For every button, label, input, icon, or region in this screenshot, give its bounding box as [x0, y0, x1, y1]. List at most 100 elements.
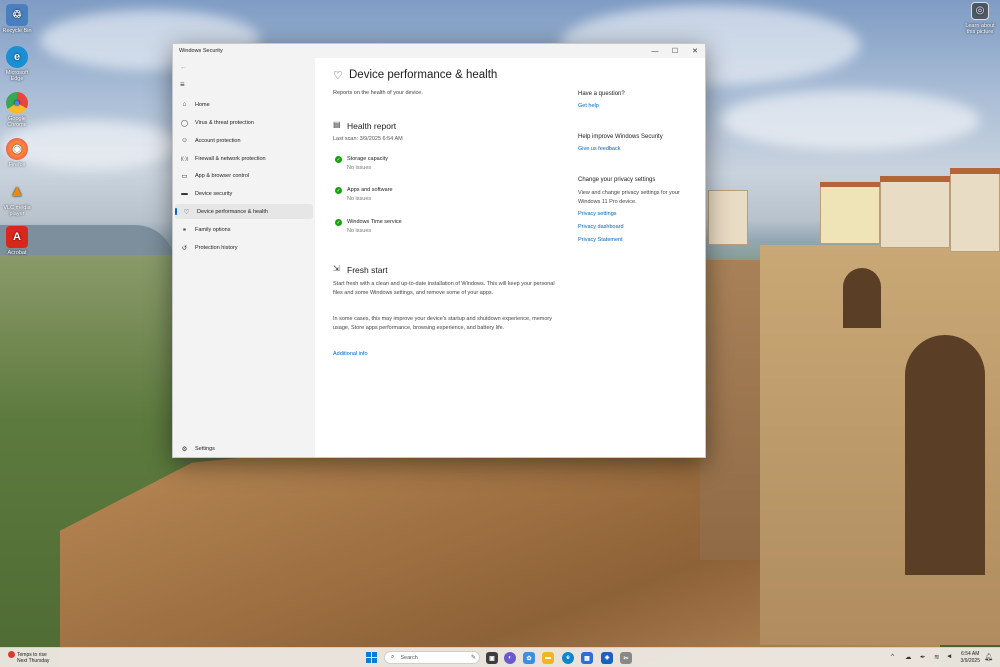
sidebar-item-label: Family options — [195, 226, 231, 233]
back-arrow-icon[interactable]: ← — [180, 64, 187, 71]
sidebar-item-device-performance-health[interactable]: ♡ Device performance & health — [175, 204, 313, 219]
sidebar-item-virus-threat-protection[interactable]: ◯ Virus & threat protection — [173, 115, 313, 130]
camera-icon: ◎ — [971, 2, 989, 20]
heart-pulse-icon: ♡ — [183, 208, 190, 216]
check-circle-icon: ✓ — [335, 156, 342, 163]
sidebar-item-protection-history[interactable]: ↺ Protection history — [173, 240, 313, 255]
health-item-time-status: No issues — [347, 228, 372, 234]
desktop-icon-acrobat[interactable]: A Acrobat — [0, 226, 34, 256]
sidebar-item-label: Home — [195, 101, 210, 108]
task-view-icon[interactable]: ▣ — [486, 652, 498, 664]
minimize-button[interactable]: — — [645, 44, 665, 58]
desktop-icon-label: VLC media player — [3, 205, 31, 218]
desktop-icon-edge[interactable]: e Microsoft Edge — [0, 46, 34, 83]
sidebar-item-app-browser-control[interactable]: ▭ App & browser control — [173, 168, 313, 183]
windows-security-window: Windows Security — ☐ ✕ ← ≡ ⌂ Home ◯ Viru… — [172, 43, 706, 458]
desktop-icon-recycle-bin[interactable]: ♲ Recycle Bin — [0, 4, 34, 34]
town-building — [820, 186, 880, 244]
window-title: Windows Security — [179, 48, 223, 54]
sidebar-item-home[interactable]: ⌂ Home — [173, 97, 313, 112]
store-icon[interactable]: ▦ — [581, 652, 593, 664]
photos-icon[interactable]: ✿ — [523, 652, 535, 664]
additional-info-link[interactable]: Additional info — [333, 351, 368, 357]
health-item-time-title: Windows Time service — [347, 219, 402, 225]
town-building — [708, 190, 748, 245]
title-bar[interactable]: Windows Security — ☐ ✕ — [173, 44, 705, 58]
main-content: ♡ Device performance & health Reports on… — [315, 58, 705, 457]
page-title: Device performance & health — [349, 69, 498, 81]
sidebar-item-firewall-network-protection[interactable]: ((·)) Firewall & network protection — [173, 151, 313, 166]
fresh-start-description: Start fresh with a clean and up-to-date … — [333, 281, 555, 296]
sidebar-item-label: Protection history — [195, 244, 238, 251]
roof — [820, 182, 880, 187]
roof — [950, 168, 1000, 174]
roof — [880, 176, 950, 182]
privacy-dashboard-link[interactable]: Privacy dashboard — [578, 224, 624, 230]
sidebar-item-account-protection[interactable]: ☺ Account protection — [173, 133, 313, 148]
sidebar-item-label: App & browser control — [195, 172, 250, 179]
cloud — [720, 90, 980, 150]
snipping-tool-icon[interactable]: ✂ — [620, 652, 632, 664]
privacy-settings-link[interactable]: Privacy settings — [578, 211, 617, 217]
sidebar-item-label: Device performance & health — [197, 208, 268, 215]
health-item-storage-status: No issues — [347, 165, 372, 171]
get-help-link[interactable]: Get help — [578, 103, 599, 109]
sidebar: ← ≡ ⌂ Home ◯ Virus & threat protection ☺… — [173, 58, 315, 457]
taskbar-search[interactable]: ⌕ Search ✎ — [384, 651, 480, 664]
sidebar-item-device-security[interactable]: ▬ Device security — [173, 186, 313, 201]
taskbar: Temps to rise Next Thursday ⌕ Search ✎ ▣… — [0, 647, 1000, 667]
app-window-icon: ▭ — [181, 172, 188, 180]
maximize-button[interactable]: ☐ — [665, 44, 685, 58]
wifi-icon[interactable]: ≋ — [934, 653, 939, 661]
notification-bell-icon[interactable]: 🔔︎ — [984, 653, 993, 661]
check-circle-icon: ✓ — [335, 219, 342, 226]
heart-pulse-icon: ♡ — [333, 70, 343, 82]
health-item-storage-title: Storage capacity — [347, 156, 388, 162]
last-scan-text: Last scan: 3/9/2025 6:54 AM — [333, 136, 403, 142]
desktop-icon-vlc[interactable]: ▲ VLC media player — [0, 181, 34, 218]
system-clock[interactable]: 6:54 AM 3/9/2025 — [961, 651, 980, 665]
recycle-bin-icon: ♲ — [6, 4, 28, 26]
vlc-cone-icon: ▲ — [9, 182, 25, 200]
improve-heading: Help improve Windows Security — [578, 134, 663, 140]
shield-icon: ◯ — [180, 119, 189, 127]
learn-about-picture[interactable]: ◎ Learn about this picture — [962, 2, 998, 36]
person-icon: ☺ — [181, 137, 188, 144]
firefox-icon: ◉ — [6, 138, 28, 160]
health-item-apps-title: Apps and software — [347, 187, 393, 193]
privacy-statement-link[interactable]: Privacy Statement — [578, 237, 623, 243]
laptop-icon: ▬ — [181, 190, 188, 197]
copilot-icon[interactable]: ◐ — [504, 652, 516, 664]
give-feedback-link[interactable]: Give us feedback — [578, 146, 621, 152]
have-question-heading: Have a question? — [578, 91, 625, 97]
chevron-up-icon[interactable]: ^ — [891, 653, 894, 660]
history-icon: ↺ — [181, 244, 188, 252]
search-icon: ⌕ — [391, 654, 395, 660]
weather-alert-icon — [8, 651, 15, 658]
pen-icon[interactable]: ✒ — [920, 653, 925, 661]
start-button[interactable] — [366, 652, 377, 663]
sidebar-item-family-options[interactable]: ⚭ Family options — [173, 222, 313, 237]
search-placeholder: Search — [400, 654, 418, 661]
home-icon: ⌂ — [182, 101, 187, 108]
edge-icon[interactable]: e — [562, 652, 574, 664]
hamburger-menu-icon[interactable]: ≡ — [180, 80, 185, 89]
learn-about-picture-label: Learn about this picture — [965, 23, 995, 36]
privacy-description: View and change privacy settings for you… — [578, 190, 680, 205]
desktop-icon-label: Firefox — [8, 162, 26, 168]
cloud-icon[interactable]: ☁ — [905, 653, 912, 661]
chrome-icon: ● — [6, 92, 28, 114]
windows-security-taskbar-icon[interactable]: ◈ — [601, 652, 613, 664]
page-subtitle: Reports on the health of your device. — [333, 90, 423, 96]
desktop-icon-firefox[interactable]: ◉ Firefox — [0, 138, 34, 168]
desktop-icon-label: Acrobat — [7, 250, 27, 256]
volume-icon[interactable]: ◄ — [946, 653, 952, 660]
weather-line2: Next Thursday — [17, 658, 50, 665]
desktop-icon-label: Google Chrome — [7, 116, 27, 129]
close-button[interactable]: ✕ — [685, 44, 705, 58]
desktop-icon-chrome[interactable]: ● Google Chrome — [0, 92, 34, 129]
sidebar-item-settings[interactable]: ⚙ Settings — [173, 441, 313, 456]
weather-widget[interactable]: Temps to rise Next Thursday — [8, 651, 49, 664]
sidebar-item-label: Device security — [195, 190, 233, 197]
file-explorer-icon[interactable]: ▬ — [542, 652, 554, 664]
